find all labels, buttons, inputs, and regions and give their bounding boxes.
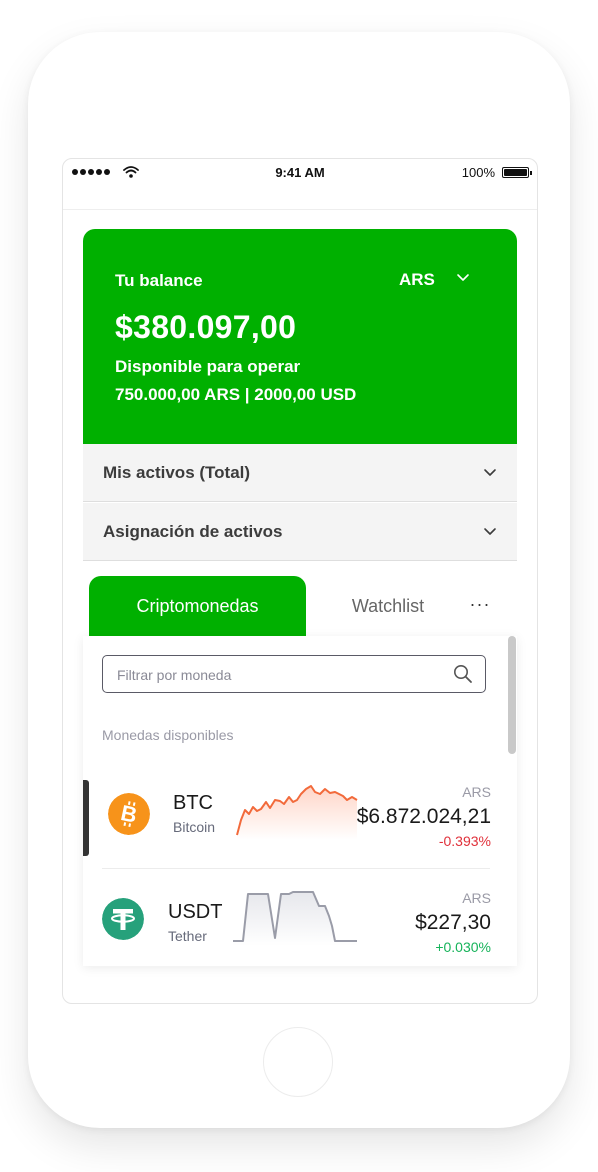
coin-list-panel: Monedas disponibles B BTC Bitcoin xyxy=(83,636,517,966)
chevron-down-icon[interactable] xyxy=(456,271,470,285)
balance-title: Tu balance xyxy=(115,271,203,290)
tab-criptomonedas[interactable]: Criptomonedas xyxy=(89,576,306,636)
chevron-down-icon xyxy=(484,528,496,535)
tether-icon xyxy=(102,898,144,940)
coin-symbol: BTC xyxy=(173,792,213,814)
search-input[interactable] xyxy=(103,656,459,694)
bitcoin-icon: B xyxy=(108,793,150,835)
list-item[interactable]: USDT Tether ARS $227,30 +0.030% xyxy=(83,882,517,966)
accordion-asset-allocation[interactable]: Asignación de activos xyxy=(83,503,517,561)
list-item[interactable]: B BTC Bitcoin ARS $6.872.024,21 -0.393% xyxy=(83,776,517,876)
scrollbar[interactable] xyxy=(508,636,516,754)
coin-currency: ARS xyxy=(462,784,491,800)
app-screen: 9:41 AM 100% Tu balance ARS $380.097,00 … xyxy=(62,158,538,1004)
home-button[interactable] xyxy=(263,1027,333,1097)
search-icon[interactable] xyxy=(453,664,473,684)
coin-change: -0.393% xyxy=(438,833,491,849)
currency-selector[interactable]: ARS xyxy=(399,270,435,290)
coin-price: $6.872.024,21 xyxy=(356,805,491,828)
status-bar: 9:41 AM 100% xyxy=(63,159,537,210)
coin-price: $227,30 xyxy=(415,911,491,934)
price-sparkline xyxy=(236,785,358,840)
coin-currency: ARS xyxy=(462,890,491,906)
balance-amount: $380.097,00 xyxy=(115,309,297,345)
battery-icon xyxy=(502,167,529,178)
coin-change: +0.030% xyxy=(435,939,491,955)
divider xyxy=(102,868,490,869)
balance-card: Tu balance ARS $380.097,00 Disponible pa… xyxy=(83,229,517,444)
section-label: Monedas disponibles xyxy=(102,727,234,743)
accordion-label: Mis activos (Total) xyxy=(103,463,251,482)
tab-watchlist[interactable]: Watchlist xyxy=(313,576,463,636)
price-sparkline xyxy=(233,891,357,946)
chevron-down-icon xyxy=(484,469,496,476)
available-values: 750.000,00 ARS | 2000,00 USD xyxy=(115,385,357,404)
coin-symbol: USDT xyxy=(168,901,223,923)
coin-name: Tether xyxy=(168,928,207,944)
accordion-my-assets[interactable]: Mis activos (Total) xyxy=(83,444,517,502)
more-options-button[interactable]: ··· xyxy=(463,576,497,636)
available-label: Disponible para operar xyxy=(115,357,301,376)
search-field xyxy=(102,655,486,694)
accordion-label: Asignación de activos xyxy=(103,522,283,541)
battery-percentage: 100% xyxy=(461,165,495,180)
coin-name: Bitcoin xyxy=(173,819,216,835)
selected-indicator xyxy=(83,780,89,856)
